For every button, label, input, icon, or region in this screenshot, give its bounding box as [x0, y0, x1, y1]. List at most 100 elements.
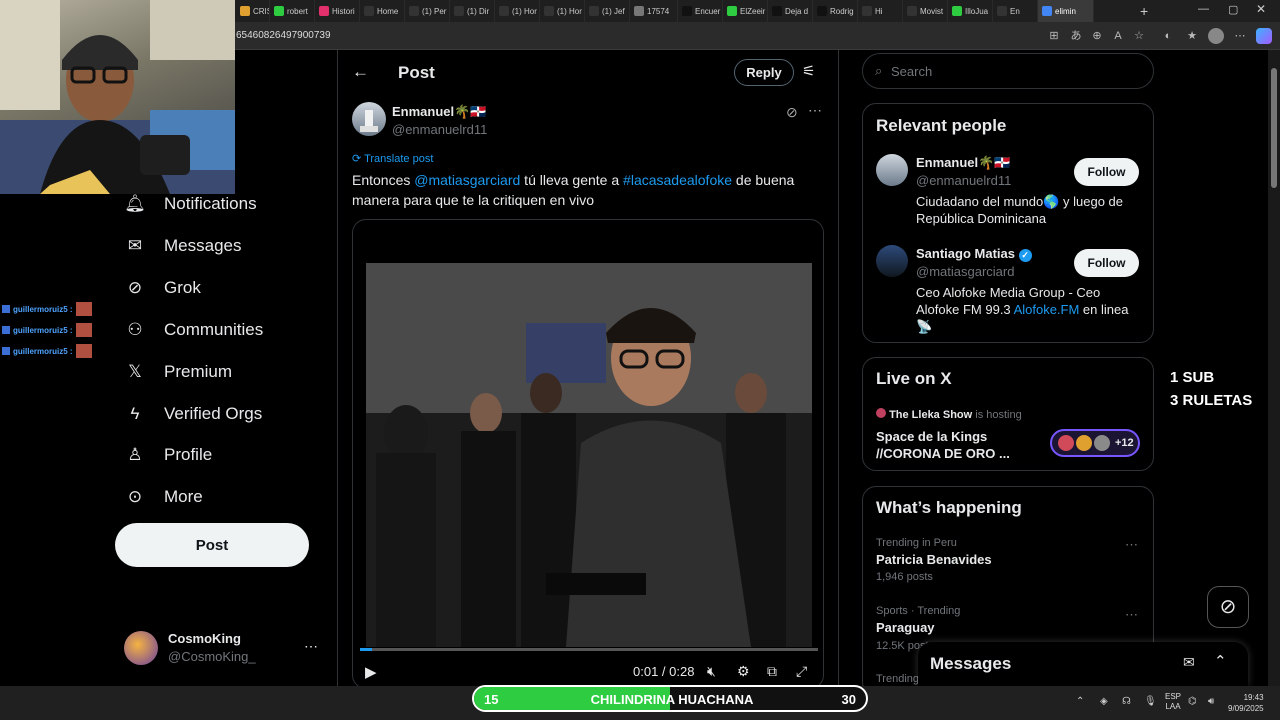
messages-drawer[interactable]: Messages ✉ ⌃ [918, 642, 1248, 686]
account-more-icon[interactable]: ⋯ [304, 638, 318, 655]
browser-tab[interactable]: (1) Per [405, 0, 450, 22]
nav-item-messages[interactable]: ✉ Messages [124, 235, 242, 257]
browser-tab[interactable]: (1) Dir [450, 0, 495, 22]
nav-item-verified-orgs[interactable]: ϟ Verified Orgs [124, 403, 263, 425]
scrollbar[interactable] [1268, 50, 1280, 686]
mention-link[interactable]: @matiasgarciard [414, 172, 520, 188]
search-box[interactable]: ⌕ Search [862, 53, 1154, 89]
close-window-icon[interactable]: ✕ [1256, 2, 1266, 16]
trend-name[interactable]: Patricia Benavides [876, 552, 992, 567]
hashtag-link[interactable]: #lacasadealofoke [623, 172, 732, 188]
reply-button[interactable]: Reply [734, 59, 794, 86]
nav-item-grok[interactable]: ⊘ Grok [124, 277, 201, 299]
nav-item-more[interactable]: ⊙ More [124, 486, 203, 508]
browser-tab[interactable]: CRISTO [236, 0, 270, 22]
new-tab-icon[interactable]: + [1140, 3, 1148, 19]
mic-icon[interactable]: 🎙︎ [1144, 696, 1157, 707]
favorites-icon[interactable]: ★ [1184, 28, 1200, 44]
author-name[interactable]: Enmanuel🌴🇩🇴 [392, 104, 487, 120]
space-title-2[interactable]: //CORONA DE ORO ... [876, 446, 1010, 461]
browser-tab[interactable]: Deja d [768, 0, 813, 22]
language-indicator[interactable]: ESP LAA [1165, 692, 1181, 712]
nav-item-profile[interactable]: ♙ Profile [124, 444, 212, 466]
browser-tab[interactable]: IlloJua [948, 0, 993, 22]
live-host[interactable]: The Lleka Show is hosting [876, 408, 1022, 421]
browser-tab[interactable]: Hi [858, 0, 903, 22]
author-avatar-image [360, 110, 378, 132]
search-input[interactable]: Search [891, 64, 932, 79]
clock[interactable]: 19:43 9/09/2025 [1228, 692, 1264, 714]
scrollbar-thumb[interactable] [1271, 68, 1277, 188]
profile-avatar[interactable] [1208, 28, 1224, 44]
person-name[interactable]: Enmanuel🌴🇩🇴 [916, 155, 1011, 171]
person-avatar[interactable] [876, 245, 908, 277]
browser-tab[interactable]: Movist [903, 0, 948, 22]
mute-icon[interactable]: 🔇︎ [707, 663, 716, 680]
account-name[interactable]: CosmoKing [168, 631, 241, 646]
author-handle[interactable]: @enmanuelrd11 [392, 122, 487, 137]
pip-icon[interactable]: ⧉ [767, 663, 777, 680]
network-icon[interactable]: ◈ [1100, 696, 1108, 707]
chat-message: guillermoruiz5 : [2, 344, 92, 358]
back-arrow-icon[interactable]: ← [352, 62, 369, 82]
video-frame[interactable] [366, 263, 812, 647]
new-message-icon[interactable]: ✉ [1183, 654, 1195, 671]
trend-more-icon[interactable]: ⋯ [1125, 537, 1138, 553]
filter-sliders-icon[interactable]: ⚟ [802, 62, 815, 80]
url-text[interactable]: 65460826497900739 [236, 30, 331, 41]
zoom-icon[interactable]: ⊕ [1089, 28, 1105, 44]
trend-more-icon[interactable]: ⋯ [1125, 607, 1138, 623]
video-progress-track[interactable] [360, 648, 818, 651]
browser-tab[interactable]: En [993, 0, 1038, 22]
settings-icon[interactable]: ⚙ [737, 663, 750, 680]
browser-tab[interactable]: ElZeeir [723, 0, 768, 22]
tab-favicon-icon [682, 6, 692, 16]
messages-drawer-title: Messages [930, 654, 1012, 673]
tray-chevron-icon[interactable]: ⌃ [1076, 696, 1084, 707]
post-button[interactable]: Post [115, 523, 309, 567]
read-aloud-icon[interactable]: A [1110, 28, 1126, 44]
nav-item-premium[interactable]: 𝕏 Premium [124, 361, 232, 383]
browser-tab[interactable]: (1) Hor [495, 0, 540, 22]
favorite-star-icon[interactable]: ☆ [1131, 28, 1147, 44]
account-avatar[interactable] [124, 631, 158, 665]
browser-tab[interactable]: 17574 [630, 0, 678, 22]
trend-name[interactable]: Paraguay [876, 620, 935, 635]
space-listeners[interactable]: +12 [1050, 429, 1140, 457]
play-icon[interactable]: ▶ [365, 663, 377, 681]
copilot-icon[interactable] [1256, 28, 1272, 44]
browser-tab[interactable]: Encuer [678, 0, 723, 22]
tab-title: (1) Hor [557, 6, 582, 16]
space-title-1[interactable]: Space de la Kings [876, 429, 987, 444]
browser-tab[interactable]: Histori [315, 0, 360, 22]
browser-tab[interactable]: (1) Hor [540, 0, 585, 22]
wifi-icon[interactable]: ☊ [1122, 696, 1131, 707]
nav-item-communities[interactable]: ⚇ Communities [124, 319, 263, 341]
browser-tab[interactable]: elimin [1038, 0, 1094, 22]
translate-link[interactable]: ⟳ Translate post [352, 152, 433, 165]
person-name[interactable]: Santiago Matias ✓ [916, 246, 1032, 262]
author-avatar[interactable] [352, 102, 386, 136]
volume-icon[interactable]: 🔊︎ [1208, 696, 1214, 707]
post-more-icon[interactable]: ⋯ [808, 102, 822, 119]
browser-tab[interactable]: (1) Jef [585, 0, 630, 22]
browser-tab[interactable]: robert [270, 0, 315, 22]
app-icon[interactable]: ⊞ [1046, 28, 1062, 44]
nav-item-notifications[interactable]: 🔔︎ Notifications [124, 193, 256, 215]
minimize-icon[interactable]: — [1198, 3, 1209, 15]
video-card[interactable]: ▶ 0:01 / 0:28 🔇︎ ⚙ ⧉ ⤢ [352, 219, 824, 689]
fullscreen-icon[interactable]: ⤢ [796, 663, 807, 680]
follow-button[interactable]: Follow [1074, 249, 1139, 277]
extension-icon[interactable]: ◐ [1160, 28, 1176, 44]
restore-icon[interactable]: ▢ [1228, 3, 1238, 16]
network-tray-icon[interactable]: ⌬ [1188, 696, 1197, 707]
grok-icon[interactable]: ⊘ [786, 104, 798, 121]
expand-icon[interactable]: ⌃ [1214, 652, 1227, 670]
menu-dots-icon[interactable]: ⋯ [1232, 28, 1248, 44]
browser-tab[interactable]: Rodrig [813, 0, 858, 22]
translate-icon[interactable]: あ [1068, 28, 1084, 44]
browser-tab[interactable]: Home [360, 0, 405, 22]
grok-fab-icon[interactable]: ⊘ [1207, 586, 1249, 628]
person-avatar[interactable] [876, 154, 908, 186]
follow-button[interactable]: Follow [1074, 158, 1139, 186]
